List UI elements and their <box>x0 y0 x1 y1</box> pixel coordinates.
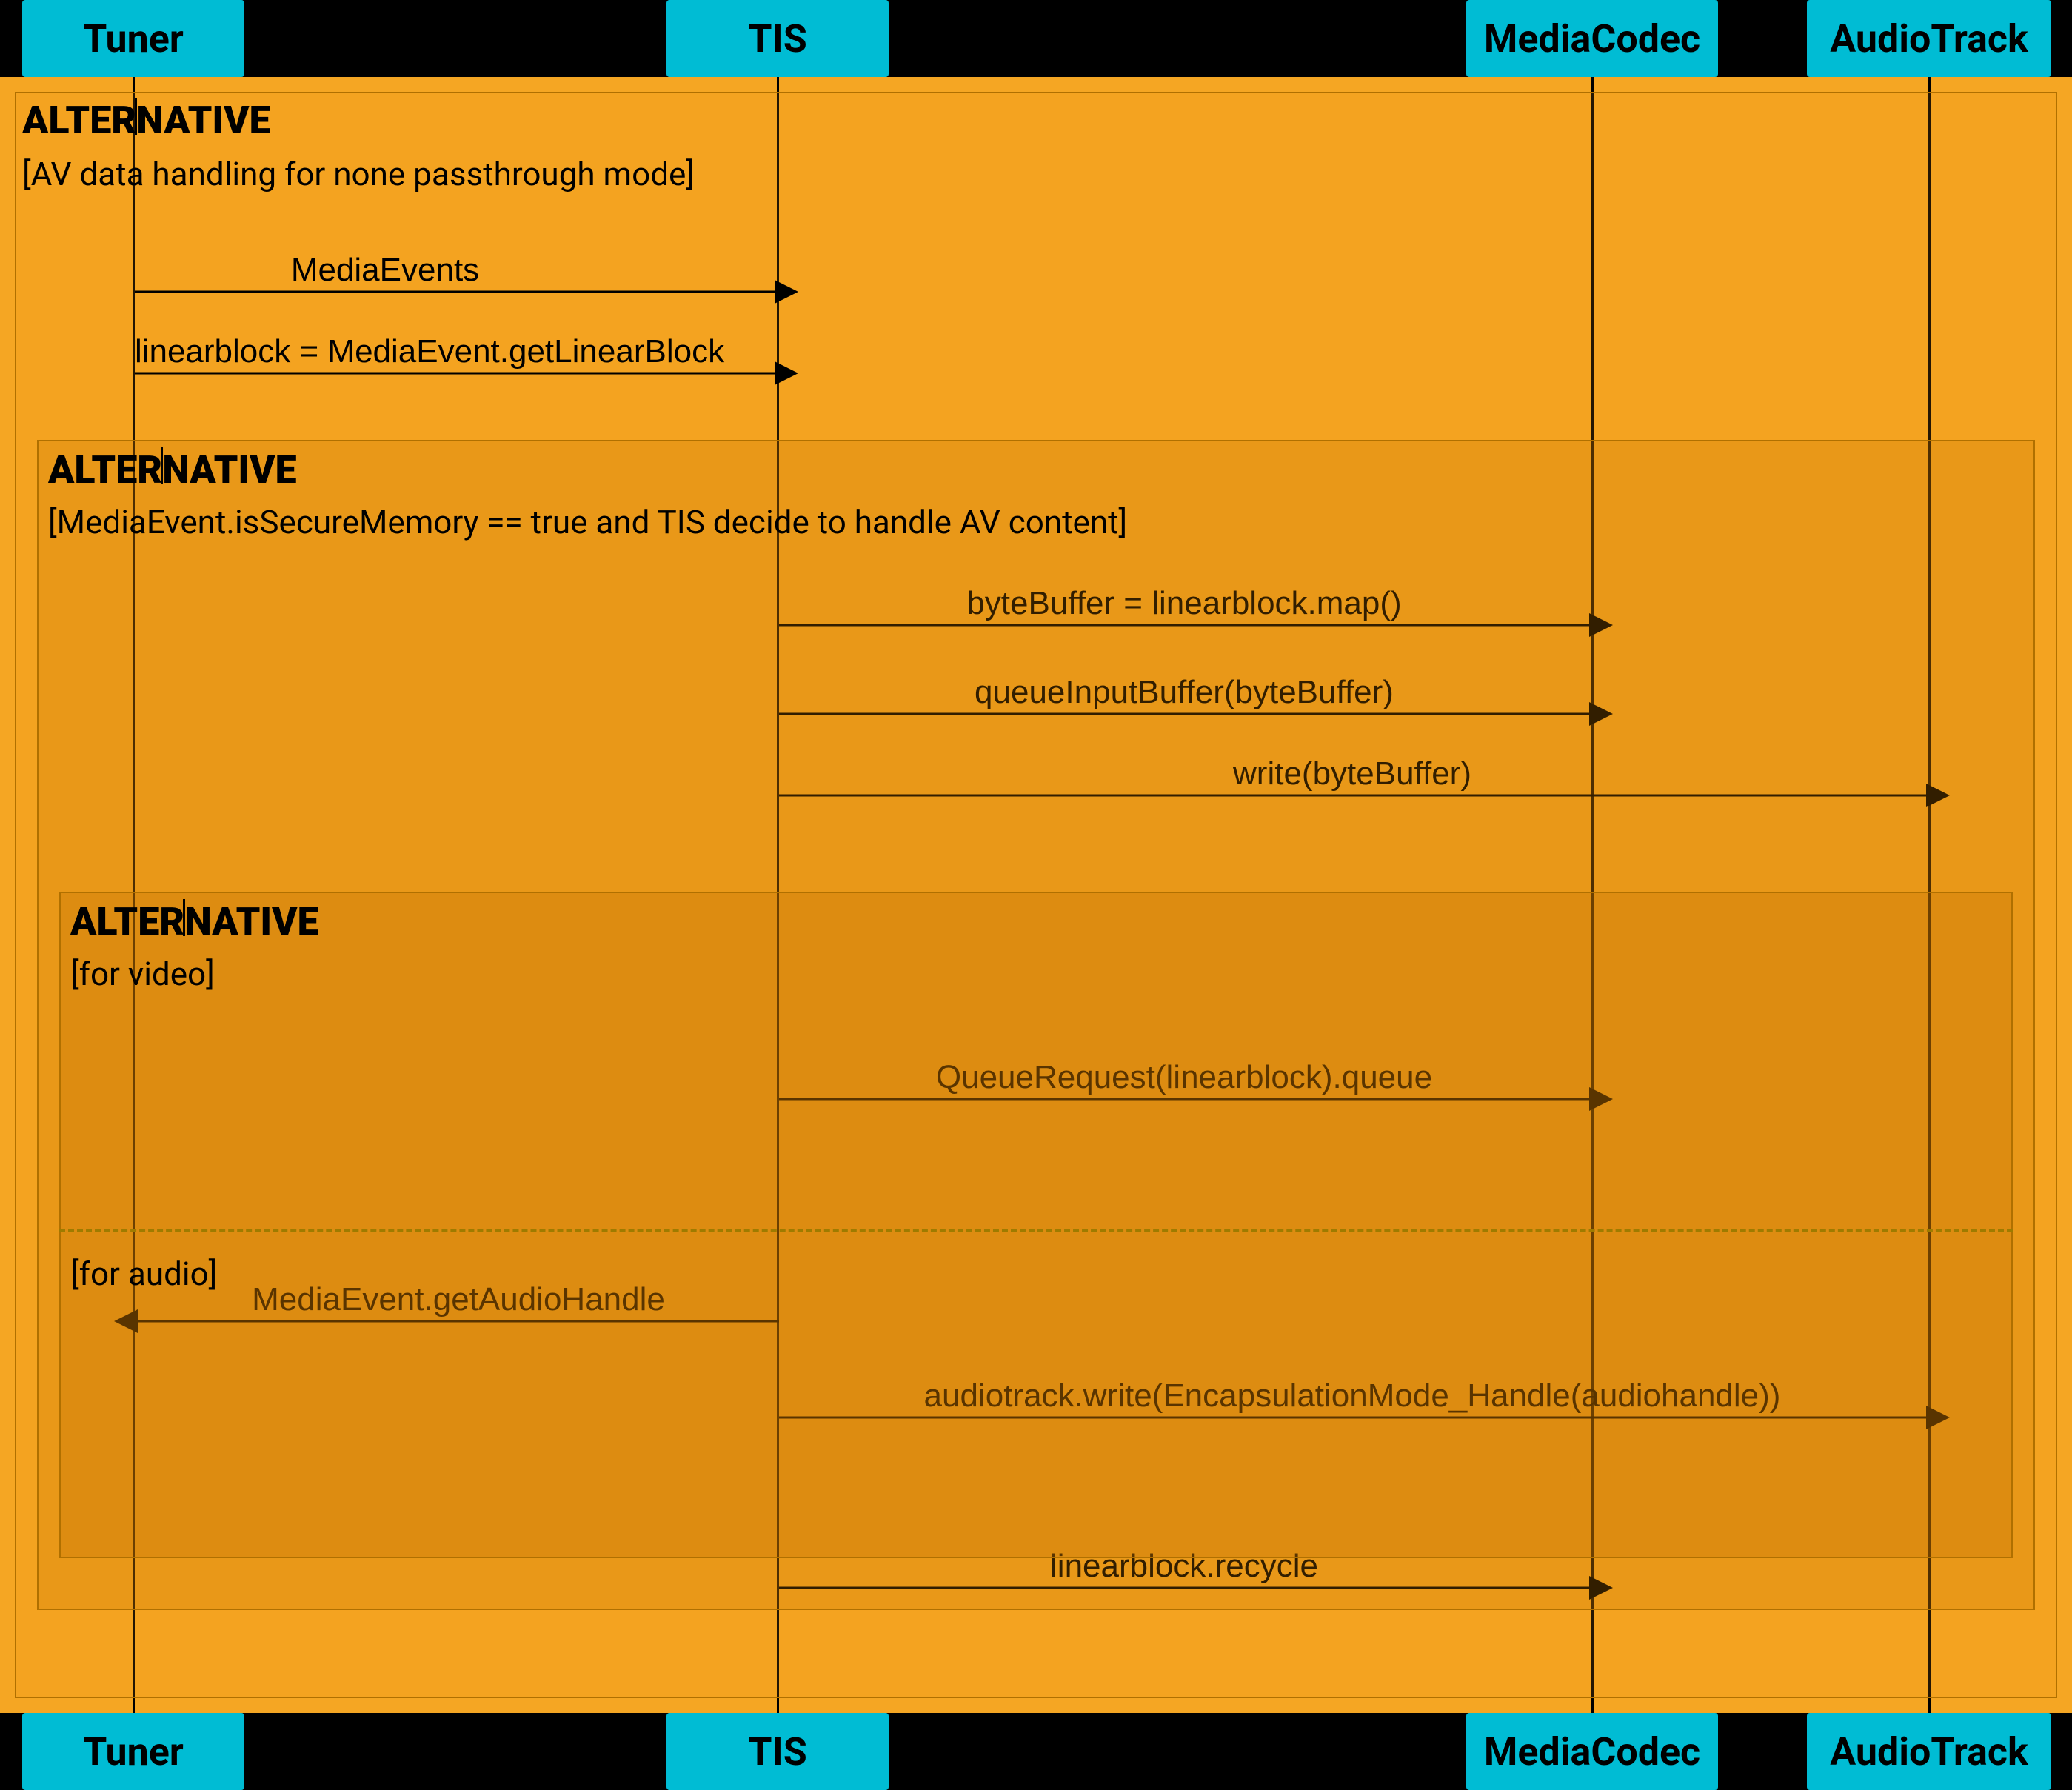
diagram-area: ALTERNATIVE [AV data handling for none p… <box>0 77 2072 1713</box>
alt-vert-inner1 <box>161 447 163 484</box>
alt-condition-outer: [AV data handling for none passthrough m… <box>22 155 695 193</box>
alt-label-inner2: ALTERNATIVE <box>70 899 319 944</box>
actor-audiotrack-bottom: AudioTrack <box>1807 1713 2051 1790</box>
actor-tuner-top: Tuner <box>22 0 244 77</box>
actor-tis-top: TIS <box>666 0 889 77</box>
alt-vert-inner2 <box>183 899 185 936</box>
actor-tuner-bottom: Tuner <box>22 1713 244 1790</box>
alt-label-inner1: ALTERNATIVE <box>48 447 297 492</box>
alt-label-outer: ALTERNATIVE <box>22 98 271 143</box>
diagram-container: Tuner TIS MediaCodec AudioTrack Tuner TI… <box>0 0 2072 1790</box>
alt-condition-for-audio: [for audio] <box>70 1255 217 1293</box>
dashed-divider <box>59 1229 2013 1232</box>
alt-condition-for-video: [for video] <box>70 955 215 993</box>
actor-mediacodec-top: MediaCodec <box>1466 0 1718 77</box>
alt-frame-inner-2 <box>59 892 2013 1558</box>
alt-vert-bar-outer <box>135 98 137 135</box>
alt-condition-inner1: [MediaEvent.isSecureMemory == true and T… <box>48 503 1127 541</box>
actor-tis-bottom: TIS <box>666 1713 889 1790</box>
actor-mediacodec-bottom: MediaCodec <box>1466 1713 1718 1790</box>
actor-audiotrack-top: AudioTrack <box>1807 0 2051 77</box>
